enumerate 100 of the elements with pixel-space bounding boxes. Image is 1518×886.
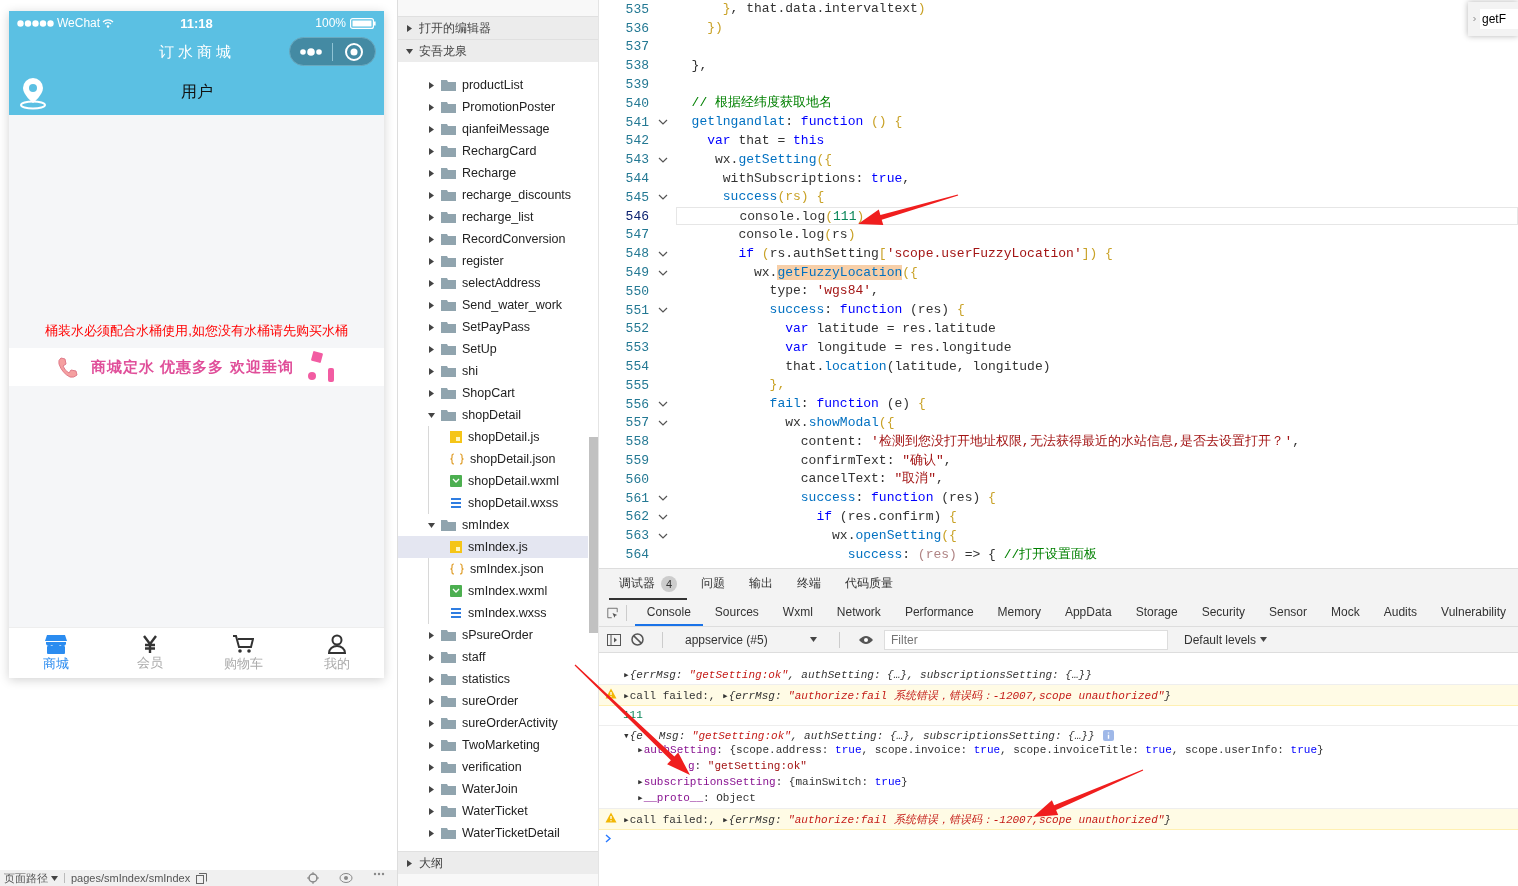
fold-chevron-icon[interactable] xyxy=(657,119,668,126)
levels-dropdown[interactable]: Default levels xyxy=(1178,631,1274,648)
object-property[interactable]: g: "getSetting:ok" xyxy=(623,758,1324,774)
line-number: 552 xyxy=(624,321,649,337)
fold-chevron-icon[interactable] xyxy=(657,269,668,276)
fold-chevron-icon[interactable] xyxy=(657,250,668,257)
devtools-tab[interactable]: Storage xyxy=(1123,600,1190,626)
folder-item[interactable]: qianfeiMessage xyxy=(398,118,588,140)
file-item[interactable]: shopDetail.wxss xyxy=(398,492,588,514)
folder-item[interactable]: WaterJoin xyxy=(398,778,588,800)
folder-item[interactable]: WaterTicket xyxy=(398,800,588,822)
folder-item[interactable]: sureOrderActivity xyxy=(398,712,588,734)
folder-item[interactable]: productList xyxy=(398,74,588,96)
fold-chevron-icon[interactable] xyxy=(657,495,668,502)
object-property[interactable]: ▸__proto__: Object xyxy=(623,790,1324,806)
signal-icon xyxy=(17,19,55,27)
section-header[interactable]: 大纲 xyxy=(398,851,598,874)
devtools-tab[interactable]: Security xyxy=(1189,600,1257,626)
fold-chevron-icon[interactable] xyxy=(657,532,668,539)
folder-item[interactable]: TwoMarketing xyxy=(398,734,588,756)
folder-item[interactable]: SetPayPass xyxy=(398,316,588,338)
code-line: }, that.data.intervaltext) xyxy=(721,0,926,19)
devtools-tab[interactable]: Sensor xyxy=(1257,600,1320,626)
devtools-tab[interactable]: Wxml xyxy=(770,600,825,626)
line-number: 536 xyxy=(624,20,649,36)
folder-item[interactable]: Send_water_work xyxy=(398,294,588,316)
fold-chevron-icon[interactable] xyxy=(657,513,668,520)
folder-item[interactable]: sureOrder xyxy=(398,690,588,712)
folder-item[interactable]: Recharge xyxy=(398,162,588,184)
prompt-icon[interactable] xyxy=(605,834,612,843)
line-number: 544 xyxy=(624,171,649,187)
folder-item[interactable]: SetUp xyxy=(398,338,588,360)
folder-item[interactable]: shi xyxy=(398,360,588,382)
fold-chevron-icon[interactable] xyxy=(657,156,668,163)
find-field[interactable]: getF xyxy=(1480,9,1518,29)
panel-tab[interactable]: 问题 xyxy=(691,569,735,600)
folder-item[interactable]: RecordConversion xyxy=(398,228,588,250)
fold-chevron-icon[interactable] xyxy=(657,419,668,426)
folder-item[interactable]: ShopCart xyxy=(398,382,588,404)
devtools-tab[interactable]: Vulnerability xyxy=(1429,600,1518,626)
folder-item[interactable]: statistics xyxy=(398,668,588,690)
person-icon xyxy=(327,633,348,654)
log-message[interactable]: ▾{e Msg: "getSetting:ok", authSetting: {…}, subscriptionsSetting: {…}} xyxy=(623,729,1095,742)
filter-field[interactable]: Filter xyxy=(884,629,1168,650)
page-path-dropdown[interactable]: 页面路径 xyxy=(4,870,58,886)
eye-icon[interactable] xyxy=(339,872,353,884)
wxss-file-icon xyxy=(450,607,462,619)
more-icon[interactable] xyxy=(373,872,385,876)
sidebar-toggle-icon[interactable] xyxy=(607,633,621,646)
file-item[interactable]: smIndex.json xyxy=(398,558,588,580)
devtools-tab[interactable]: Performance xyxy=(892,600,986,626)
tab-bar-item[interactable]: 商城 xyxy=(9,628,103,678)
folder-item[interactable]: staff xyxy=(398,646,588,668)
context-select[interactable]: appservice (#5) xyxy=(681,632,821,647)
code-line: console.log(111) xyxy=(738,208,865,227)
devtools-tab[interactable]: Network xyxy=(824,600,893,626)
copy-icon[interactable] xyxy=(196,872,208,884)
folder-item[interactable]: WaterTicketDetail xyxy=(398,822,588,844)
fold-chevron-icon[interactable] xyxy=(657,194,668,201)
folder-item[interactable]: smIndex xyxy=(398,514,588,536)
devtools-tab[interactable]: Sources xyxy=(702,600,771,626)
devtools-tab[interactable]: Mock xyxy=(1319,600,1372,626)
folder-icon xyxy=(441,145,456,157)
section-header[interactable]: 打开的编辑器 xyxy=(398,16,598,39)
folder-item[interactable]: sPsureOrder xyxy=(398,624,588,646)
eye-icon[interactable] xyxy=(858,634,874,645)
cart-icon xyxy=(232,633,255,654)
folder-item[interactable]: selectAddress xyxy=(398,272,588,294)
file-item[interactable]: shopDetail.json xyxy=(398,448,588,470)
devtools-tab[interactable]: AppData xyxy=(1052,600,1124,626)
panel-tab[interactable]: 代码质量 xyxy=(835,569,903,600)
section-header[interactable]: 安吾龙泉 xyxy=(398,39,598,62)
folder-item[interactable]: recharge_discounts xyxy=(398,184,588,206)
folder-item[interactable]: recharge_list xyxy=(398,206,588,228)
folder-item[interactable]: PromotionPoster xyxy=(398,96,588,118)
file-item[interactable]: shopDetail.js xyxy=(398,426,588,448)
folder-item[interactable]: verification xyxy=(398,756,588,778)
caret-icon xyxy=(428,279,435,287)
line-number: 537 xyxy=(624,39,649,55)
file-item[interactable]: smIndex.js xyxy=(398,536,588,558)
file-item[interactable]: smIndex.wxss xyxy=(398,602,588,624)
panel-tab[interactable]: 输出 xyxy=(739,569,783,600)
folder-item[interactable]: RechargCard xyxy=(398,140,588,162)
log-message[interactable]: ▸{errMsg: "getSetting:ok", authSetting: {…}, subscriptionsSetting: {…}} xyxy=(623,668,1092,681)
fold-chevron-icon[interactable] xyxy=(657,307,668,314)
file-item[interactable]: shopDetail.wxml xyxy=(398,470,588,492)
object-property[interactable]: ▸subscriptionsSetting: {mainSwitch: true} xyxy=(623,774,1324,790)
folder-item[interactable]: shopDetail xyxy=(398,404,588,426)
panel-tab[interactable]: 终端 xyxy=(787,569,831,600)
fold-chevron-icon[interactable] xyxy=(657,401,668,408)
file-item[interactable]: smIndex.wxml xyxy=(398,580,588,602)
line-number: 550 xyxy=(624,283,649,299)
caret-icon xyxy=(428,191,435,199)
inspect-icon[interactable] xyxy=(607,606,618,620)
capsule-button[interactable] xyxy=(289,37,376,66)
devtools-tab[interactable]: Audits xyxy=(1371,600,1430,626)
folder-item[interactable]: register xyxy=(398,250,588,272)
clear-icon[interactable] xyxy=(631,633,644,646)
devtools-tab[interactable]: Memory xyxy=(985,600,1053,626)
scrollbar[interactable] xyxy=(589,437,598,633)
